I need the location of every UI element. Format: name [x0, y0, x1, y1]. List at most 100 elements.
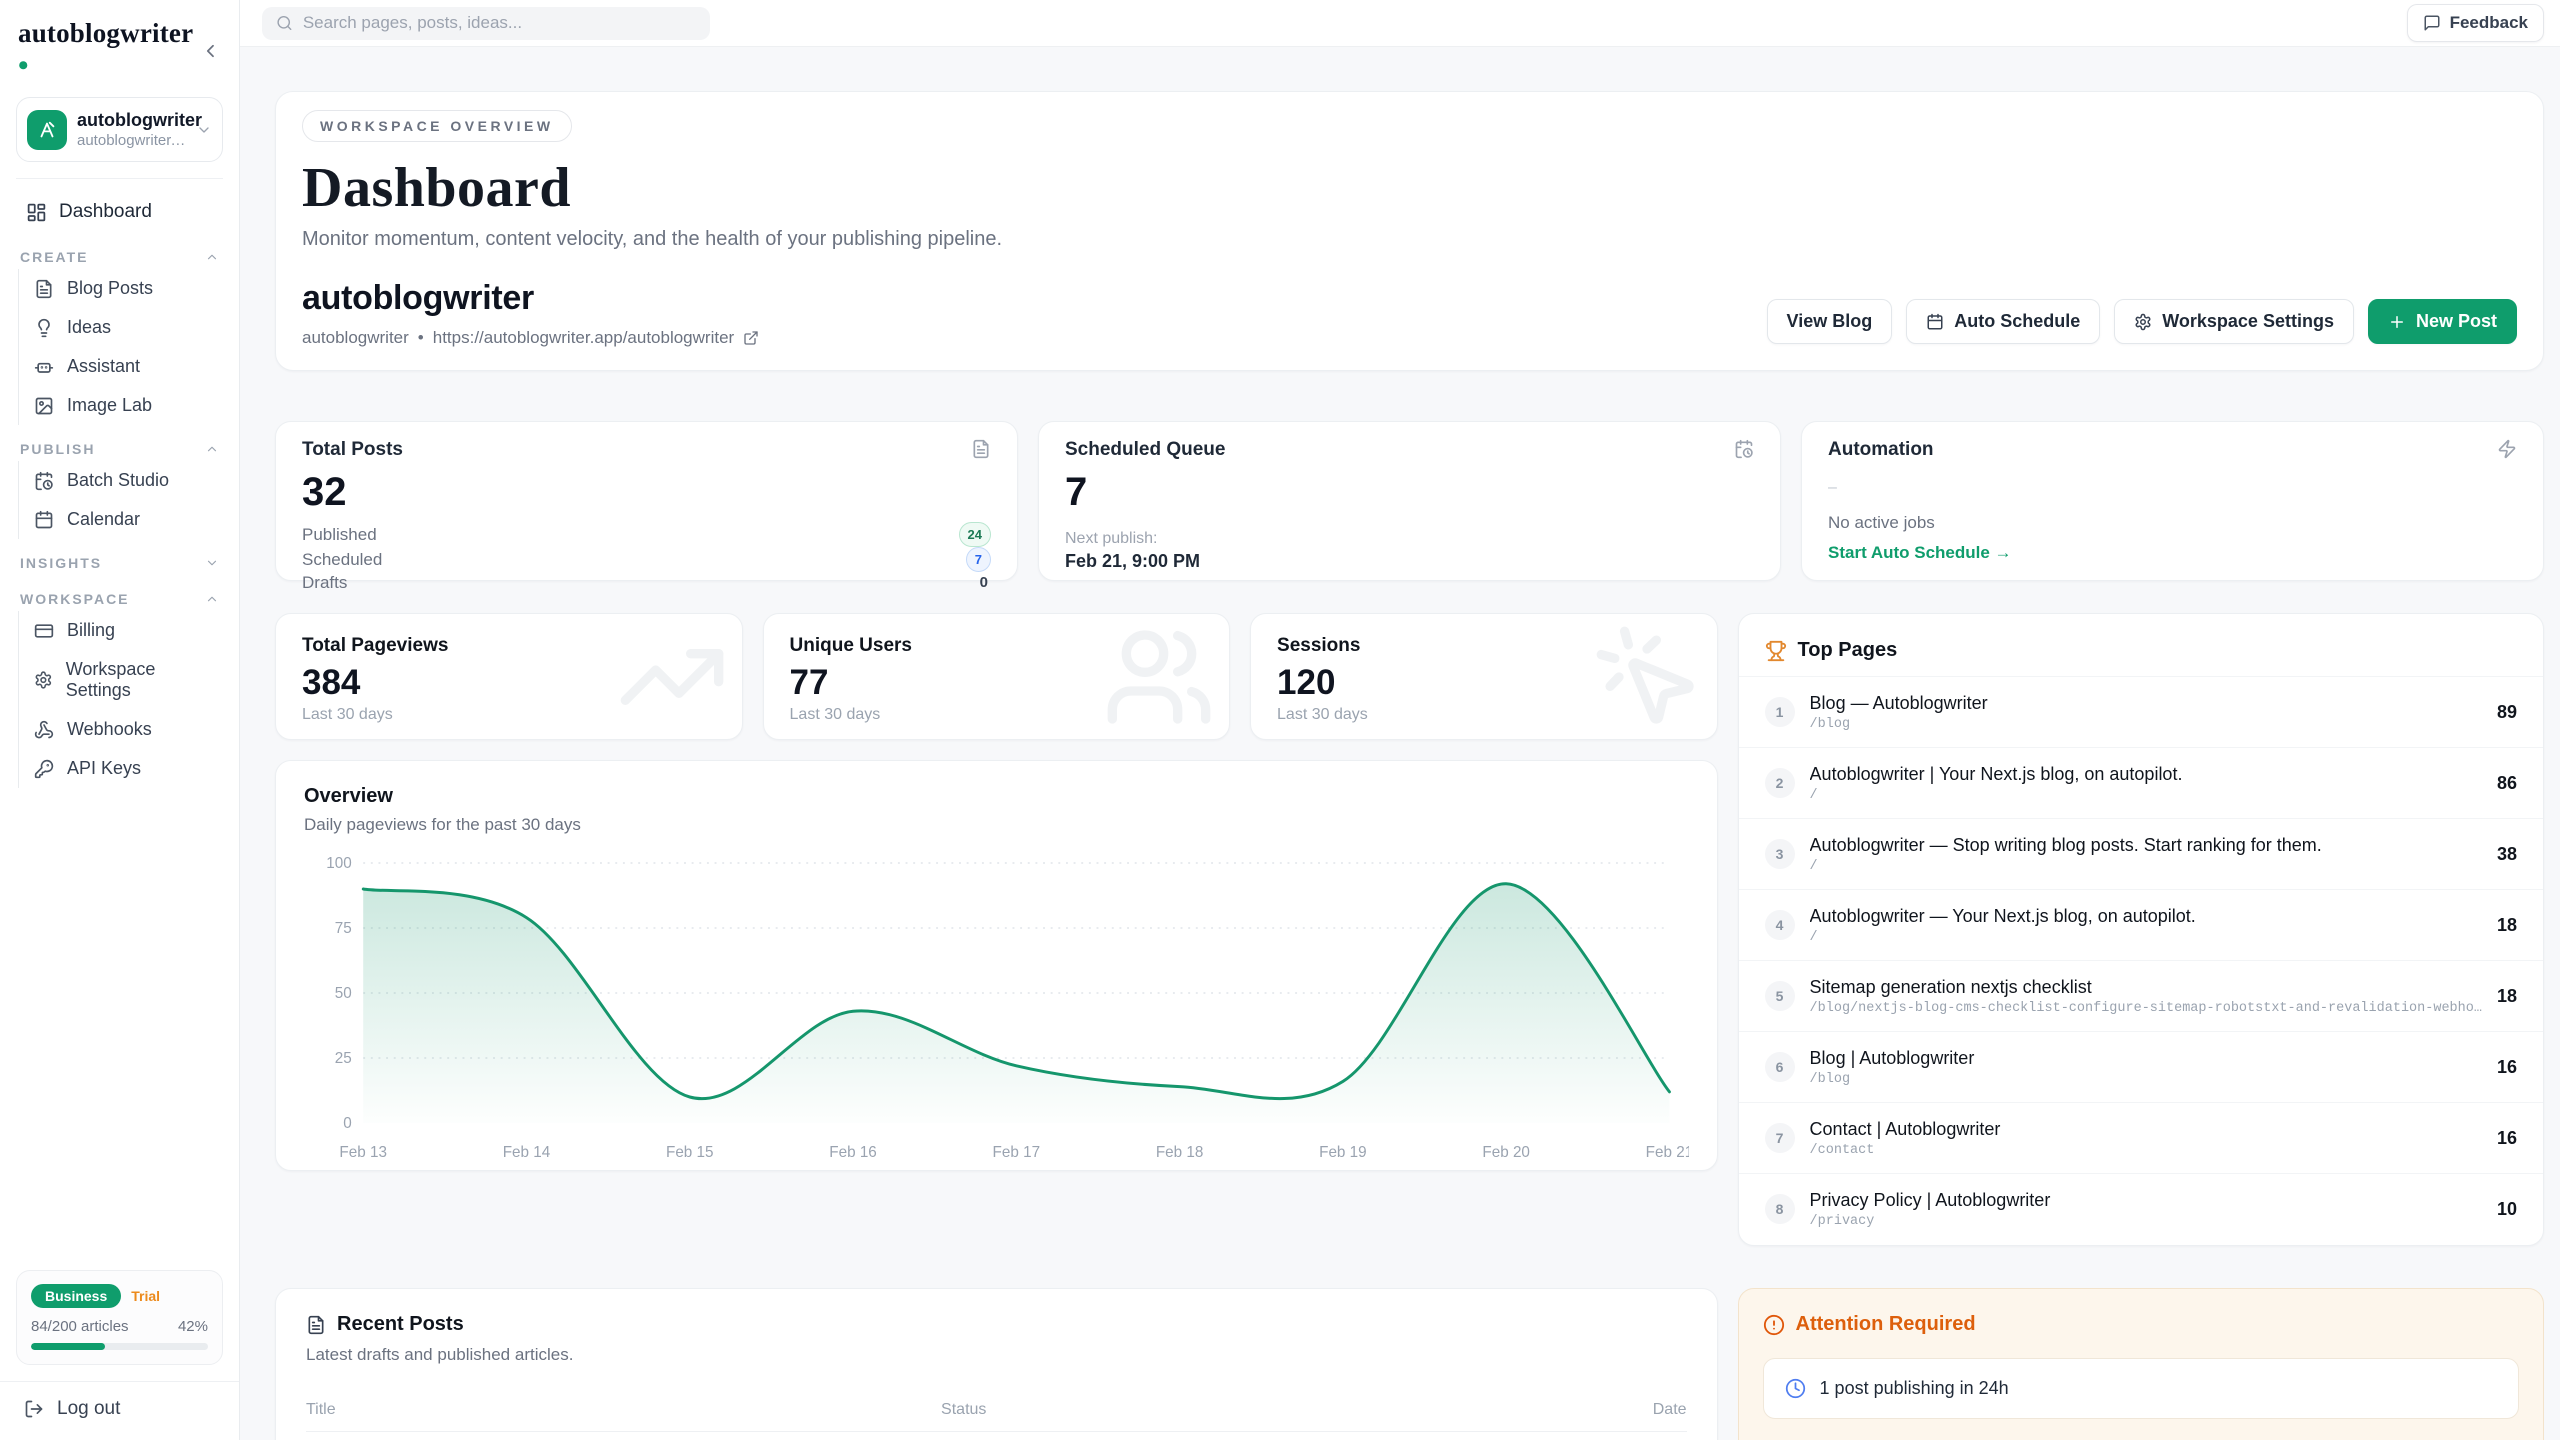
svg-text:Feb 14: Feb 14: [503, 1144, 551, 1161]
overview-chart-card: Overview Daily pageviews for the past 30…: [275, 760, 1718, 1171]
publish-items: Batch Studio Calendar: [18, 461, 223, 539]
sidebar-item-assistant[interactable]: Assistant: [19, 347, 223, 386]
rank-badge: 1: [1765, 697, 1795, 727]
chevron-up-icon: [205, 250, 219, 264]
workspace-heading: autoblogwriter: [302, 279, 759, 318]
sidebar-item-batch-studio[interactable]: Batch Studio: [19, 461, 223, 500]
stats-row: Total Posts 32 Published24 Scheduled7 Dr…: [275, 421, 2544, 581]
page-views: 10: [2497, 1199, 2517, 1220]
alert-circle-icon: [1763, 1314, 1785, 1336]
separator-dot: •: [418, 328, 424, 348]
top-page-row[interactable]: 2Autoblogwriter | Your Next.js blog, on …: [1739, 747, 2543, 818]
metrics-row: Total Pageviews 384 Last 30 days Unique …: [275, 613, 1718, 740]
sidebar-item-image-lab[interactable]: Image Lab: [19, 386, 223, 425]
section-workspace[interactable]: WORKSPACE: [20, 591, 219, 607]
start-auto-schedule-link[interactable]: Start Auto Schedule →: [1828, 543, 2012, 563]
logout-button[interactable]: Log out: [16, 1382, 223, 1422]
webhook-icon: [34, 720, 54, 740]
workspace-settings-button[interactable]: Workspace Settings: [2114, 299, 2354, 344]
total-pageviews-card: Total Pageviews 384 Last 30 days: [275, 613, 743, 740]
page-path: /blog/nextjs-blog-cms-checklist-configur…: [1810, 1001, 2482, 1016]
plus-icon: [2388, 313, 2406, 331]
new-post-button[interactable]: New Post: [2368, 299, 2517, 344]
top-page-row[interactable]: 4Autoblogwriter — Your Next.js blog, on …: [1739, 889, 2543, 960]
auto-schedule-button[interactable]: Auto Schedule: [1906, 299, 2100, 344]
svg-text:Feb 19: Feb 19: [1319, 1144, 1367, 1161]
header-actions: View Blog Auto Schedule Workspace Settin…: [1767, 299, 2517, 348]
scheduled-queue-card: Scheduled Queue 7 Next publish: Feb 21, …: [1038, 421, 1781, 581]
file-text-icon: [306, 1315, 326, 1335]
top-page-row[interactable]: 5Sitemap generation nextjs checklist/blo…: [1739, 960, 2543, 1031]
sidebar-item-webhooks[interactable]: Webhooks: [19, 710, 223, 749]
attention-title: Attention Required: [1796, 1313, 1976, 1336]
workspace-url-link[interactable]: https://autoblogwriter.app/autoblogwrite…: [433, 328, 734, 348]
view-blog-button[interactable]: View Blog: [1767, 299, 1893, 344]
search-bar[interactable]: [262, 7, 710, 40]
message-square-icon: [2423, 14, 2441, 32]
sidebar-item-ideas[interactable]: Ideas: [19, 308, 223, 347]
chart-title: Overview: [304, 785, 1689, 808]
workspace-link-row: autoblogwriter • https://autoblogwriter.…: [302, 328, 759, 348]
robot-icon: [34, 357, 54, 377]
app-logo[interactable]: autoblogwriter •: [18, 18, 200, 83]
unique-users-value: 77: [790, 664, 1204, 702]
calendar-icon: [1926, 313, 1944, 331]
rank-badge: 7: [1765, 1123, 1795, 1153]
top-page-row[interactable]: 1Blog — Autoblogwriter/blog89: [1739, 676, 2543, 747]
external-link-icon[interactable]: [743, 330, 759, 346]
page-path: /: [1810, 859, 2482, 874]
svg-text:Feb 20: Feb 20: [1482, 1144, 1530, 1161]
sidebar-item-workspace-settings[interactable]: Workspace Settings: [19, 650, 223, 710]
top-page-row[interactable]: 3Autoblogwriter — Stop writing blog post…: [1739, 818, 2543, 889]
plan-card: Business Trial 84/200 articles 42%: [16, 1270, 223, 1365]
automation-card: Automation – No active jobs Start Auto S…: [1801, 421, 2544, 581]
svg-text:Feb 15: Feb 15: [666, 1144, 714, 1161]
file-text-icon: [971, 439, 991, 459]
pageviews-area-chart: 0255075100Feb 13Feb 14Feb 15Feb 16Feb 17…: [304, 849, 1689, 1167]
sidebar-item-billing[interactable]: Billing: [19, 611, 223, 650]
rank-badge: 3: [1765, 839, 1795, 869]
calendar-clock-icon: [34, 471, 54, 491]
page-path: /privacy: [1810, 1214, 2482, 1229]
svg-text:Feb 17: Feb 17: [993, 1144, 1041, 1161]
top-pages-card: Top Pages 1Blog — Autoblogwriter/blog892…: [1738, 613, 2544, 1246]
next-publish-label: Next publish:: [1065, 530, 1754, 548]
clock-icon: [1785, 1378, 1806, 1399]
page-path: /: [1810, 788, 2482, 803]
page-path: /: [1810, 930, 2482, 945]
rank-badge: 6: [1765, 1052, 1795, 1082]
divider: [16, 178, 223, 179]
attention-item[interactable]: 1 post publishing in 24h: [1763, 1358, 2519, 1419]
top-pages-list: 1Blog — Autoblogwriter/blog892Autoblogwr…: [1739, 676, 2543, 1244]
sessions-value: 120: [1277, 664, 1691, 702]
section-insights[interactable]: INSIGHTS: [20, 555, 219, 571]
sidebar-item-blog-posts[interactable]: Blog Posts: [19, 269, 223, 308]
key-icon: [34, 759, 54, 779]
top-page-row[interactable]: 7Contact | Autoblogwriter/contact16: [1739, 1102, 2543, 1173]
sidebar-collapse-icon[interactable]: [200, 40, 221, 62]
search-input[interactable]: [303, 13, 696, 33]
sidebar-item-api-keys[interactable]: API Keys: [19, 749, 223, 788]
sidebar-item-calendar[interactable]: Calendar: [19, 500, 223, 539]
page-title: Contact | Autoblogwriter: [1810, 1119, 2482, 1140]
svg-text:75: 75: [335, 920, 352, 937]
section-create[interactable]: CREATE: [20, 249, 219, 265]
chevron-up-icon: [205, 442, 219, 456]
page-title: Sitemap generation nextjs checklist: [1810, 977, 2482, 998]
workspace-overview-card: WORKSPACE OVERVIEW Dashboard Monitor mom…: [275, 91, 2544, 371]
svg-text:Feb 16: Feb 16: [829, 1144, 877, 1161]
workspace-switcher[interactable]: autoblogwriter autoblogwriter.app/aut...: [16, 97, 223, 162]
page-title: Autoblogwriter — Your Next.js blog, on a…: [1810, 906, 2482, 927]
recent-posts-table: Title Status Date Ship a Next.js blog wi…: [306, 1391, 1687, 1440]
feedback-button[interactable]: Feedback: [2407, 4, 2544, 42]
top-page-row[interactable]: 6Blog | Autoblogwriter/blog16: [1739, 1031, 2543, 1102]
top-page-row[interactable]: 8Privacy Policy | Autoblogwriter/privacy…: [1739, 1173, 2543, 1244]
section-publish[interactable]: PUBLISH: [20, 441, 219, 457]
table-row[interactable]: Ship a Next.js blog with the AutoBlogWri…: [306, 1432, 1687, 1440]
page-views: 18: [2497, 986, 2517, 1007]
automation-empty-value: –: [1828, 479, 2517, 497]
gear-icon: [34, 670, 53, 690]
logout-icon: [24, 1399, 44, 1419]
sidebar-item-dashboard[interactable]: Dashboard: [16, 191, 223, 233]
pageviews-value: 384: [302, 664, 716, 702]
